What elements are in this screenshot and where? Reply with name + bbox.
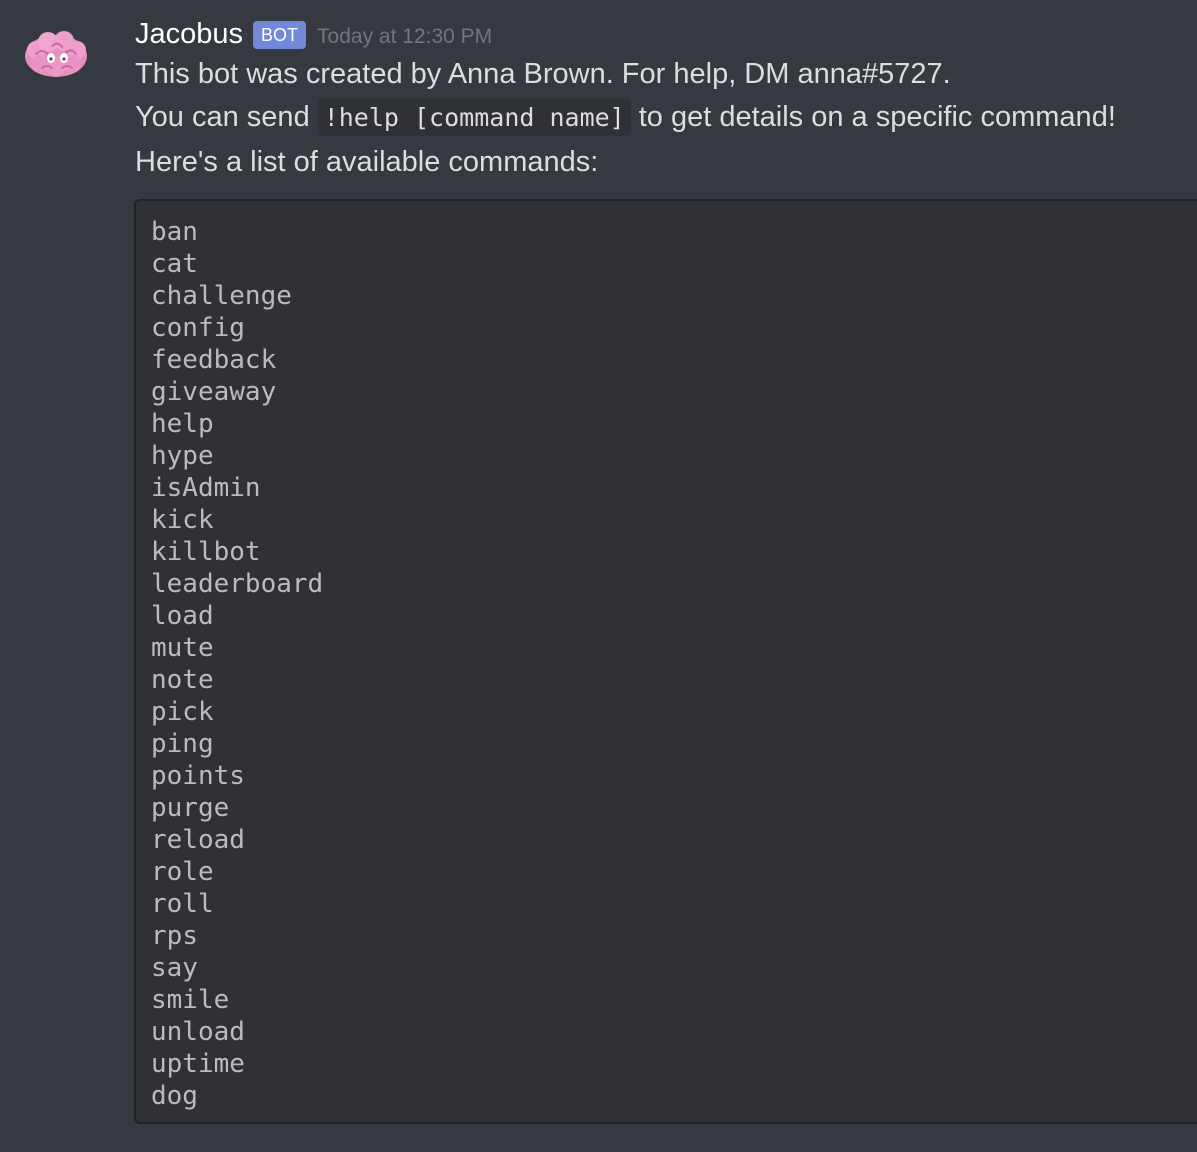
command-list-item: ban — [151, 217, 198, 247]
command-list-item: feedback — [151, 345, 277, 375]
command-list-item: reload — [151, 825, 245, 855]
message-timestamp: Today at 12:30 PM — [317, 25, 493, 48]
message-header: Jacobus BOT Today at 12:30 PM — [135, 14, 492, 54]
author-username[interactable]: Jacobus — [135, 18, 243, 51]
command-list-item: cat — [151, 249, 198, 279]
help-text-after: to get details on a specific command! — [638, 101, 1116, 133]
command-list-item: roll — [151, 889, 214, 919]
command-list-item: kick — [151, 505, 214, 535]
command-list-item: load — [151, 601, 214, 631]
chat-message: Jacobus BOT Today at 12:30 PM This bot w… — [0, 0, 1197, 1152]
command-list-item: ping — [151, 729, 214, 759]
command-list-item: hype — [151, 441, 214, 471]
help-text-before: You can send — [135, 101, 310, 133]
command-list-item: giveaway — [151, 377, 277, 407]
bot-badge: BOT — [253, 21, 307, 49]
command-list-item: role — [151, 857, 214, 887]
command-list-item: leaderboard — [151, 569, 324, 599]
command-list-item: smile — [151, 985, 230, 1015]
help-command-code: !help [command name] — [317, 99, 631, 136]
message-line-credit: This bot was created by Anna Brown. For … — [135, 58, 951, 90]
bot-avatar-icon[interactable] — [22, 28, 90, 82]
command-list-item: mute — [151, 633, 214, 663]
command-list-item: killbot — [151, 537, 261, 567]
command-list: ban cat challenge config feedback giveaway hel… — [136, 201, 1197, 1112]
command-list-item: purge — [151, 793, 230, 823]
command-list-item: note — [151, 665, 214, 695]
command-list-item: points — [151, 761, 245, 791]
command-list-item: say — [151, 953, 198, 983]
command-list-item: rps — [151, 921, 198, 951]
message-line-list-intro: Here's a list of available commands: — [135, 146, 599, 178]
command-list-item: pick — [151, 697, 214, 727]
command-list-item: config — [151, 313, 245, 343]
commands-code-block: ban cat challenge config feedback giveaway hel… — [134, 199, 1197, 1124]
command-list-item: dog — [151, 1081, 198, 1111]
command-list-item: uptime — [151, 1049, 245, 1079]
command-list-item: help — [151, 409, 214, 439]
command-list-item: unload — [151, 1017, 245, 1047]
message-line-help: You can send !help [command name] to get… — [135, 99, 1116, 136]
command-list-item: challenge — [151, 281, 292, 311]
command-list-item: isAdmin — [151, 473, 261, 503]
